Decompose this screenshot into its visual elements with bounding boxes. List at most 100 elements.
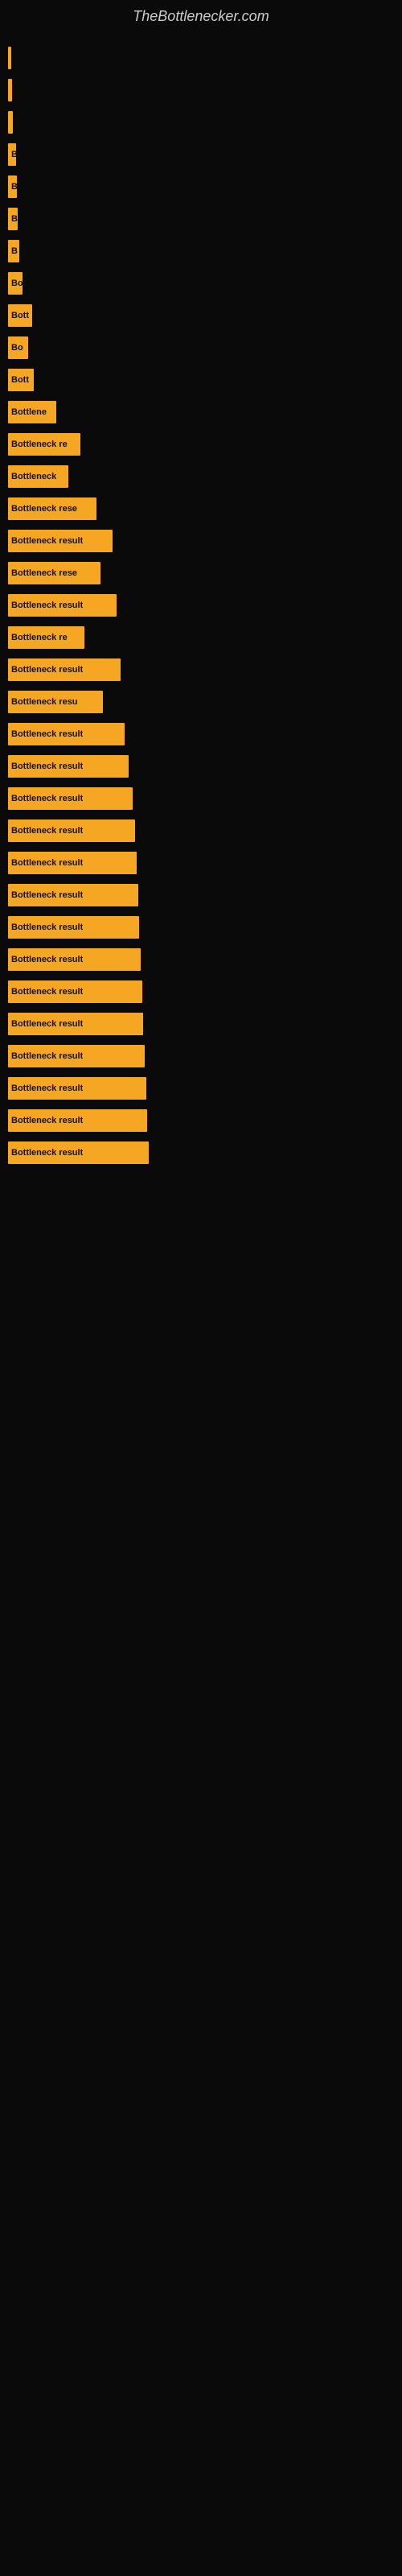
bar-row: Bottleneck result: [8, 753, 394, 779]
bar-label: Bottleneck result: [11, 536, 83, 546]
bar-label: Bott: [11, 375, 29, 385]
bar-item: Bottleneck result: [8, 916, 139, 939]
bar-label: Bottleneck result: [11, 601, 83, 610]
bar-item: Bottleneck re: [8, 626, 84, 649]
bar-label: Bottleneck result: [11, 1084, 83, 1093]
bar-row: B: [8, 174, 394, 200]
bar-label: Bottleneck result: [11, 794, 83, 803]
bar-row: Bo: [8, 270, 394, 296]
bar-label: Bottleneck result: [11, 729, 83, 739]
bar-row: Bottleneck result: [8, 1011, 394, 1037]
bar-row: Bottleneck result: [8, 979, 394, 1005]
bar-row: Bottleneck re: [8, 431, 394, 457]
bar-row: Bottleneck result: [8, 947, 394, 972]
bar-item: Bottleneck rese: [8, 562, 100, 584]
bar-item: Bottleneck result: [8, 1109, 147, 1132]
bar-item: Bottleneck result: [8, 1045, 145, 1067]
bar-label: Bo: [11, 343, 23, 353]
bar-label: Bo: [11, 279, 23, 288]
bar-label: Bottleneck result: [11, 1051, 83, 1061]
bar-item: Bottleneck result: [8, 787, 133, 810]
bar-item: B: [8, 208, 18, 230]
bar-row: Bottleneck rese: [8, 496, 394, 522]
bar-row: Bo: [8, 335, 394, 361]
bar-label: Bottleneck result: [11, 826, 83, 836]
bar-label: Bott: [11, 311, 29, 320]
bar-label: Bottleneck re: [11, 440, 68, 449]
bar-row: Bottleneck result: [8, 528, 394, 554]
bar-label: Bottleneck result: [11, 858, 83, 868]
bar-label: Bottleneck result: [11, 955, 83, 964]
bar-item: [8, 79, 12, 101]
bar-item: Bottleneck result: [8, 594, 117, 617]
bar-item: B: [8, 175, 17, 198]
bar-row: Bottleneck result: [8, 850, 394, 876]
bar-row: [8, 45, 394, 71]
bar-label: Bottleneck result: [11, 890, 83, 900]
bar-label: Bottleneck resu: [11, 697, 78, 707]
bar-item: Bott: [8, 369, 34, 391]
bar-label: Bottleneck rese: [11, 504, 77, 514]
bar-row: B: [8, 238, 394, 264]
bar-label: Bottleneck result: [11, 665, 83, 675]
bar-label: Bottleneck re: [11, 633, 68, 642]
bar-row: Bott: [8, 367, 394, 393]
bar-label: Bottleneck result: [11, 762, 83, 771]
bar-row: Bottleneck result: [8, 592, 394, 618]
bar-item: Bottleneck re: [8, 433, 80, 456]
bar-label: B: [11, 182, 17, 192]
bar-item: Bottleneck result: [8, 819, 135, 842]
bar-row: Bottleneck resu: [8, 689, 394, 715]
bar-row: B: [8, 206, 394, 232]
bar-row: [8, 109, 394, 135]
bar-label: Bottleneck result: [11, 1148, 83, 1158]
bar-row: Bottleneck result: [8, 786, 394, 811]
bar-item: B: [8, 240, 19, 262]
bar-row: Bottleneck: [8, 464, 394, 489]
bar-label: Bottleneck rese: [11, 568, 77, 578]
bar-row: Bottleneck result: [8, 1043, 394, 1069]
bar-item: Bottleneck result: [8, 530, 113, 552]
bar-item: Bottleneck result: [8, 658, 121, 681]
bar-label: Bottleneck result: [11, 1019, 83, 1029]
bar-label: B: [11, 150, 16, 159]
bar-label: Bottleneck: [11, 472, 56, 481]
bar-item: Bottleneck result: [8, 723, 125, 745]
bar-item: Bottleneck result: [8, 852, 137, 874]
bar-item: [8, 111, 13, 134]
site-title: TheBottlenecker.com: [0, 0, 402, 29]
bar-row: Bottleneck result: [8, 657, 394, 683]
bars-container: B B B B Bo Bott Bo Bott Bottlene Bottleneck re Bot…: [0, 29, 402, 1180]
bar-label: B: [11, 246, 18, 256]
bar-item: Bottleneck: [8, 465, 68, 488]
bar-row: Bottleneck rese: [8, 560, 394, 586]
bar-row: [8, 77, 394, 103]
bar-item: Bottleneck result: [8, 1077, 146, 1100]
bar-row: Bottleneck result: [8, 721, 394, 747]
bar-row: B: [8, 142, 394, 167]
bar-item: Bo: [8, 336, 28, 359]
bar-row: Bott: [8, 303, 394, 328]
bar-item: Bottleneck result: [8, 980, 142, 1003]
bar-item: Bottleneck result: [8, 1013, 143, 1035]
bar-row: Bottleneck result: [8, 818, 394, 844]
bar-item: Bo: [8, 272, 23, 295]
bar-row: Bottleneck result: [8, 1140, 394, 1166]
bar-row: Bottleneck result: [8, 914, 394, 940]
bar-item: Bottleneck result: [8, 1141, 149, 1164]
bar-item: Bottleneck rese: [8, 497, 96, 520]
bar-item: Bottleneck result: [8, 755, 129, 778]
bar-item: Bottleneck resu: [8, 691, 103, 713]
bar-item: Bott: [8, 304, 32, 327]
bar-item: Bottleneck result: [8, 884, 138, 906]
bar-item: [8, 47, 11, 69]
bar-row: Bottleneck result: [8, 1108, 394, 1133]
bar-label: Bottlene: [11, 407, 47, 417]
bar-item: Bottlene: [8, 401, 56, 423]
bar-label: Bottleneck result: [11, 923, 83, 932]
bar-label: B: [11, 214, 18, 224]
bar-row: Bottleneck result: [8, 1075, 394, 1101]
bar-label: Bottleneck result: [11, 987, 83, 997]
bar-item: B: [8, 143, 16, 166]
bar-row: Bottleneck result: [8, 882, 394, 908]
